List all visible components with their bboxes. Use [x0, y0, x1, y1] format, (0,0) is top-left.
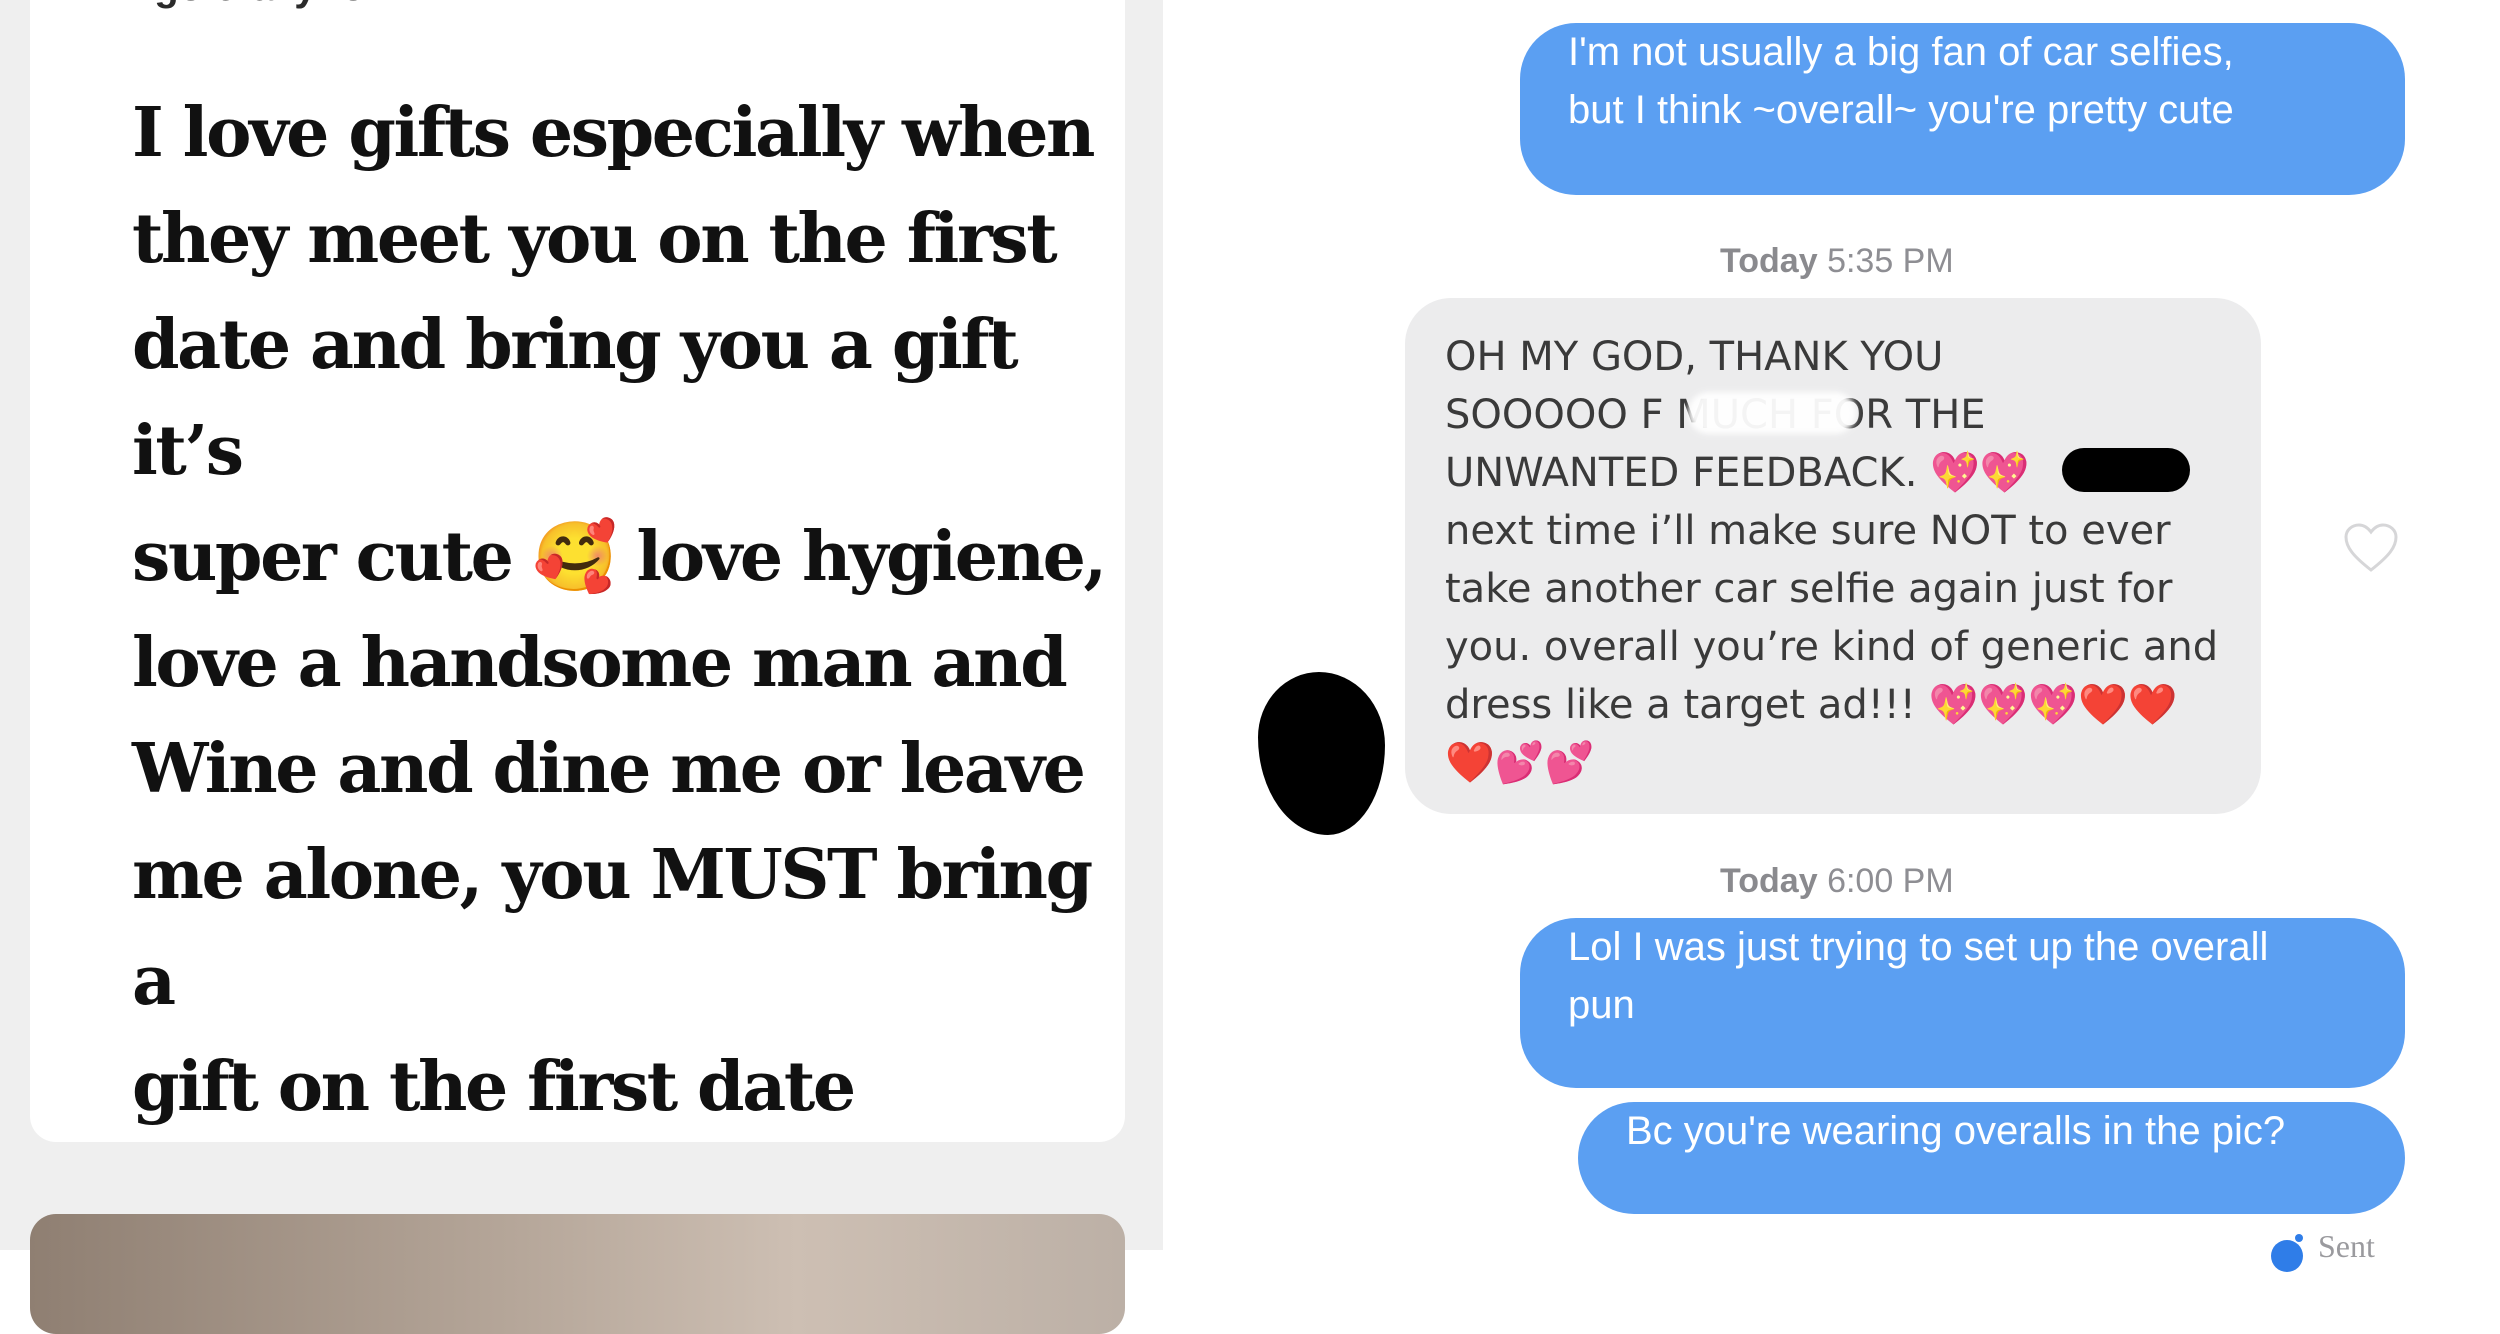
prompt-card: I go crazy for I love gifts especially w… — [30, 0, 1125, 1142]
send-status: Sent — [2318, 1228, 2375, 1264]
heart-icon[interactable] — [2343, 522, 2399, 574]
message-bubble-sent[interactable]: Lol I was just trying to set up the over… — [1520, 918, 2405, 1088]
timestamp-time: 6:00 PM — [1827, 862, 1954, 900]
timestamp-time: 5:35 PM — [1827, 242, 1954, 280]
timestamp-day: Today — [1720, 862, 1818, 900]
message-bubble-sent[interactable]: Bc you're wearing overalls in the pic? — [1578, 1102, 2405, 1214]
read-receipt-icon — [2271, 1234, 2303, 1272]
timestamp-day: Today — [1720, 242, 1818, 280]
chat-thread: I'm not usually a big fan of car selfies… — [1163, 0, 2500, 1250]
message-timestamp: Today 6:00 PM — [1720, 862, 1954, 901]
message-bubble-received[interactable]: OH MY GOD, THANK YOU SOOOOO F MUCH FOR T… — [1405, 298, 2261, 814]
profile-photo[interactable] — [30, 1214, 1125, 1334]
prompt-answer: I love gifts especially when they meet y… — [132, 93, 1107, 1127]
profile-panel: I go crazy for I love gifts especially w… — [0, 0, 1163, 1334]
message-timestamp: Today 5:35 PM — [1720, 242, 1954, 281]
prompt-question: I go crazy for — [132, 0, 381, 10]
message-bubble-sent[interactable]: I'm not usually a big fan of car selfies… — [1520, 23, 2405, 195]
redaction-blur — [1688, 392, 1856, 434]
redaction-mark — [2062, 448, 2190, 492]
